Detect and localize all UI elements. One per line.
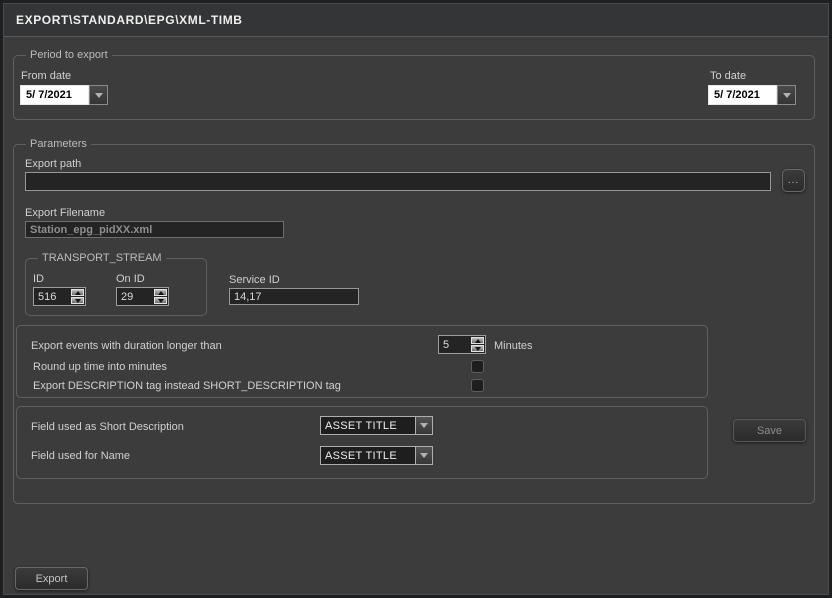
transport-stream-group-title: TRANSPORT_STREAM: [38, 251, 166, 265]
spin-down-icon: [475, 347, 481, 351]
name-field-combo-button[interactable]: [415, 447, 432, 464]
on-id-up-button[interactable]: [154, 289, 167, 296]
name-field-combo[interactable]: ASSET TITLE: [320, 446, 433, 465]
description-tag-checkbox[interactable]: [471, 379, 484, 392]
to-date-dropdown-button[interactable]: [777, 85, 796, 105]
period-group-title: Period to export: [26, 48, 112, 62]
transport-id-label: ID: [33, 273, 44, 286]
duration-label: Export events with duration longer than: [31, 340, 222, 353]
on-id-label: On ID: [116, 273, 145, 286]
duration-spinner[interactable]: 5: [438, 335, 486, 354]
on-id-value[interactable]: 29: [117, 288, 153, 305]
spin-down-icon: [158, 299, 164, 303]
transport-id-spinner[interactable]: 516: [33, 287, 86, 306]
export-filename-input[interactable]: [25, 221, 284, 238]
spin-up-icon: [158, 291, 164, 295]
browse-button[interactable]: ...: [782, 169, 805, 192]
to-date-label: To date: [710, 70, 746, 83]
transport-id-value[interactable]: 516: [34, 288, 70, 305]
period-to-export-group: Period to export: [13, 55, 815, 120]
spin-up-icon: [75, 291, 81, 295]
chevron-down-icon: [95, 93, 103, 98]
on-id-spinner[interactable]: 29: [116, 287, 169, 306]
service-id-label: Service ID: [229, 274, 280, 287]
transport-id-down-button[interactable]: [71, 297, 84, 304]
chevron-down-icon: [783, 93, 791, 98]
service-id-input[interactable]: [229, 288, 359, 305]
minutes-label: Minutes: [494, 340, 533, 353]
from-date-value[interactable]: 5/ 7/2021: [20, 85, 89, 105]
chevron-down-icon: [420, 453, 428, 458]
round-up-label: Round up time into minutes: [33, 361, 167, 374]
from-date-dropdown-button[interactable]: [89, 85, 108, 105]
from-date-picker[interactable]: 5/ 7/2021: [20, 85, 108, 105]
spin-down-icon: [75, 299, 81, 303]
transport-id-up-button[interactable]: [71, 289, 84, 296]
name-field-combo-value[interactable]: ASSET TITLE: [321, 447, 415, 464]
export-filename-label: Export Filename: [25, 207, 105, 220]
short-description-combo-button[interactable]: [415, 417, 432, 434]
export-button[interactable]: Export: [15, 567, 88, 590]
spin-up-icon: [475, 339, 481, 343]
export-path-label: Export path: [25, 158, 81, 171]
short-description-combo-value[interactable]: ASSET TITLE: [321, 417, 415, 434]
to-date-value[interactable]: 5/ 7/2021: [708, 85, 777, 105]
name-field-label: Field used for Name: [31, 450, 130, 463]
export-dialog-window: EXPORT\STANDARD\EPG\XML-TIMB Period to e…: [0, 0, 832, 598]
export-path-input[interactable]: [25, 172, 771, 191]
description-tag-label: Export DESCRIPTION tag instead SHORT_DES…: [33, 380, 341, 393]
round-up-checkbox[interactable]: [471, 360, 484, 373]
window-title: EXPORT\STANDARD\EPG\XML-TIMB: [16, 13, 243, 27]
on-id-down-button[interactable]: [154, 297, 167, 304]
parameters-group-title: Parameters: [26, 137, 91, 151]
from-date-label: From date: [21, 70, 71, 83]
title-bar: EXPORT\STANDARD\EPG\XML-TIMB: [4, 4, 828, 37]
duration-up-button[interactable]: [471, 337, 484, 344]
short-description-field-label: Field used as Short Description: [31, 421, 184, 434]
duration-value[interactable]: 5: [439, 336, 470, 353]
save-button[interactable]: Save: [733, 419, 806, 442]
duration-down-button[interactable]: [471, 345, 484, 352]
short-description-combo[interactable]: ASSET TITLE: [320, 416, 433, 435]
to-date-picker[interactable]: 5/ 7/2021: [708, 85, 796, 105]
chevron-down-icon: [420, 423, 428, 428]
